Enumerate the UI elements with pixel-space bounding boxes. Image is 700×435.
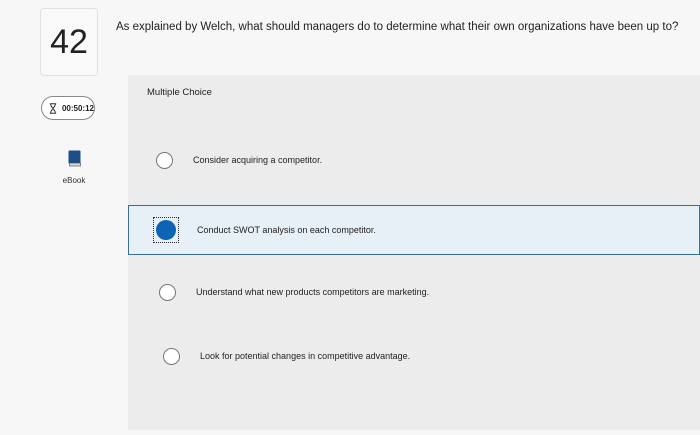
choice-c[interactable]: Understand what new products competitors… [128, 279, 700, 305]
timer[interactable]: 00:50:12 [41, 96, 95, 120]
question-number: 42 [40, 8, 98, 76]
ebook-link[interactable]: eBook [52, 150, 96, 188]
timer-value: 00:50:12 [61, 103, 94, 113]
selected-dot [156, 220, 176, 240]
choice-text: Understand what new products competitors… [196, 287, 430, 297]
choice-b[interactable]: Conduct SWOT analysis on each competitor… [128, 205, 700, 255]
choice-d[interactable]: Look for potential changes in competitiv… [128, 343, 700, 369]
radio-button[interactable] [163, 347, 180, 365]
choice-text: Consider acquiring a competitor. [193, 155, 323, 165]
radio-button-selected[interactable] [153, 217, 179, 243]
radio-button[interactable] [159, 283, 176, 301]
choice-a[interactable]: Consider acquiring a competitor. [128, 147, 700, 173]
ebook-label: eBook [62, 176, 86, 185]
question-text: As explained by Welch, what should manag… [116, 21, 679, 33]
choice-text: Look for potential changes in competitiv… [200, 351, 411, 361]
question-type-label: Multiple Choice [147, 87, 212, 98]
hourglass-icon [49, 102, 57, 114]
radio-button[interactable] [156, 151, 173, 169]
answer-panel: Multiple Choice Consider acquiring a com… [128, 75, 700, 430]
choice-text: Conduct SWOT analysis on each competitor… [197, 225, 376, 235]
book-icon [68, 150, 81, 167]
